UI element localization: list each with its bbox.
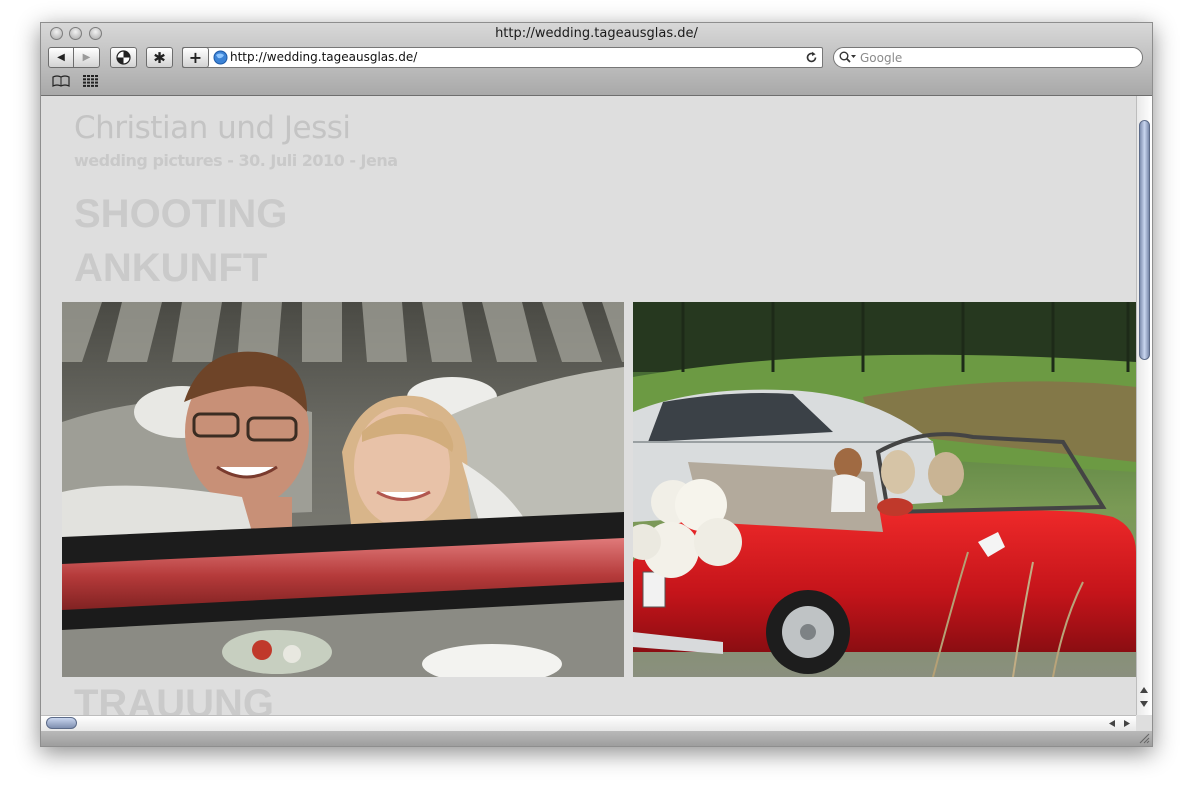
bookmark-toolbar-button[interactable] [110, 47, 137, 68]
back-button[interactable]: ◀ [48, 47, 74, 68]
section-heading-trauung[interactable]: TRAUUNG [74, 682, 274, 715]
compass-icon [116, 50, 131, 65]
page-title: Christian und Jessi [74, 110, 351, 146]
forward-arrow-icon: ▶ [82, 52, 91, 63]
scroll-down-arrow-icon[interactable] [1139, 700, 1149, 708]
resize-grip-icon[interactable] [1138, 732, 1150, 744]
horizontal-scrollbar[interactable] [41, 715, 1136, 731]
stop-button[interactable]: ✱ [146, 47, 173, 68]
top-sites-grid-icon[interactable] [83, 75, 98, 87]
window-title: http://wedding.tageausglas.de/ [495, 26, 698, 41]
asterisk-icon: ✱ [153, 48, 166, 67]
horizontal-scrollbar-thumb[interactable] [46, 717, 77, 729]
convertible-photo-image [633, 302, 1136, 677]
photo-couple-in-car[interactable] [62, 302, 624, 677]
photo-red-convertible[interactable] [633, 302, 1136, 677]
globe-icon [213, 50, 228, 65]
section-heading-shooting[interactable]: SHOOTING [74, 192, 287, 237]
status-bar [41, 731, 1152, 746]
forward-button[interactable]: ▶ [73, 47, 100, 68]
address-url-text[interactable]: http://wedding.tageausglas.de/ [230, 50, 417, 64]
bookmarks-book-icon[interactable] [52, 75, 70, 87]
scroll-right-arrow-icon[interactable] [1123, 719, 1131, 728]
page-subtitle: wedding pictures - 30. Juli 2010 - Jena [74, 151, 398, 170]
search-placeholder: Google [860, 51, 903, 65]
vertical-scrollbar-thumb[interactable] [1139, 120, 1150, 360]
section-heading-ankunft[interactable]: ANKUNFT [74, 246, 267, 291]
web-page-content: Christian und Jessi wedding pictures - 3… [41, 96, 1136, 715]
browser-window: http://wedding.tageausglas.de/ ◀ ▶ ✱ + h… [40, 22, 1153, 747]
reload-icon[interactable] [805, 51, 818, 64]
couple-photo-image [62, 302, 624, 677]
add-bookmark-button[interactable]: + [182, 47, 209, 68]
back-arrow-icon: ◀ [57, 52, 65, 63]
search-icon [839, 51, 856, 63]
scroll-up-arrow-icon[interactable] [1139, 686, 1149, 694]
browser-toolbar: http://wedding.tageausglas.de/ ◀ ▶ ✱ + h… [41, 23, 1152, 96]
scroll-left-arrow-icon[interactable] [1108, 719, 1116, 728]
plus-icon: + [188, 48, 203, 67]
